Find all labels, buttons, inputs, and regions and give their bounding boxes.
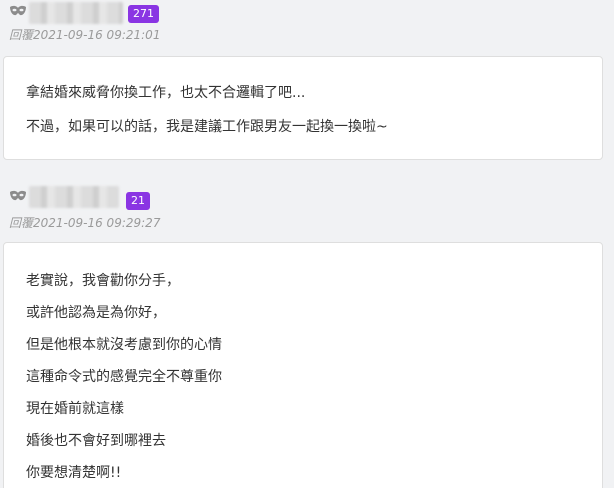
post-text-line: 不過，如果可以的話，我是建議工作跟男友一起換一換啦~ [26,119,388,135]
post-text-line: 老實說，我會勸你分手， [26,273,180,289]
reply-timestamp: 回覆2021-09-16 09:21:01 [9,28,161,42]
post-text-line: 但是他根本就沒考慮到你的心情 [26,337,222,353]
username-blurred[interactable] [29,2,123,24]
post-text-line: 你要想清楚啊!! [26,465,122,481]
mask-icon [10,5,26,16]
post-content: 老實說，我會勸你分手， 或許他認為是為你好， 但是他根本就沒考慮到你的心情 這種… [3,242,603,488]
username-blurred[interactable] [29,186,119,208]
post-text-line: 或許他認為是為你好， [26,305,166,321]
post-text-line: 這種命令式的感覺完全不尊重你 [26,369,222,385]
mask-icon [10,190,26,201]
level-badge: 21 [126,192,150,210]
level-badge: 271 [128,5,159,23]
post-content: 拿結婚來威脅你換工作，也太不合邏輯了吧... 不過，如果可以的話，我是建議工作跟… [3,56,603,160]
post-text-line: 婚後也不會好到哪裡去 [26,433,166,449]
post-text-line: 現在婚前就這樣 [26,401,124,417]
post-text-line: 拿結婚來威脅你換工作，也太不合邏輯了吧... [26,85,306,101]
reply-timestamp: 回覆2021-09-16 09:29:27 [9,216,161,230]
